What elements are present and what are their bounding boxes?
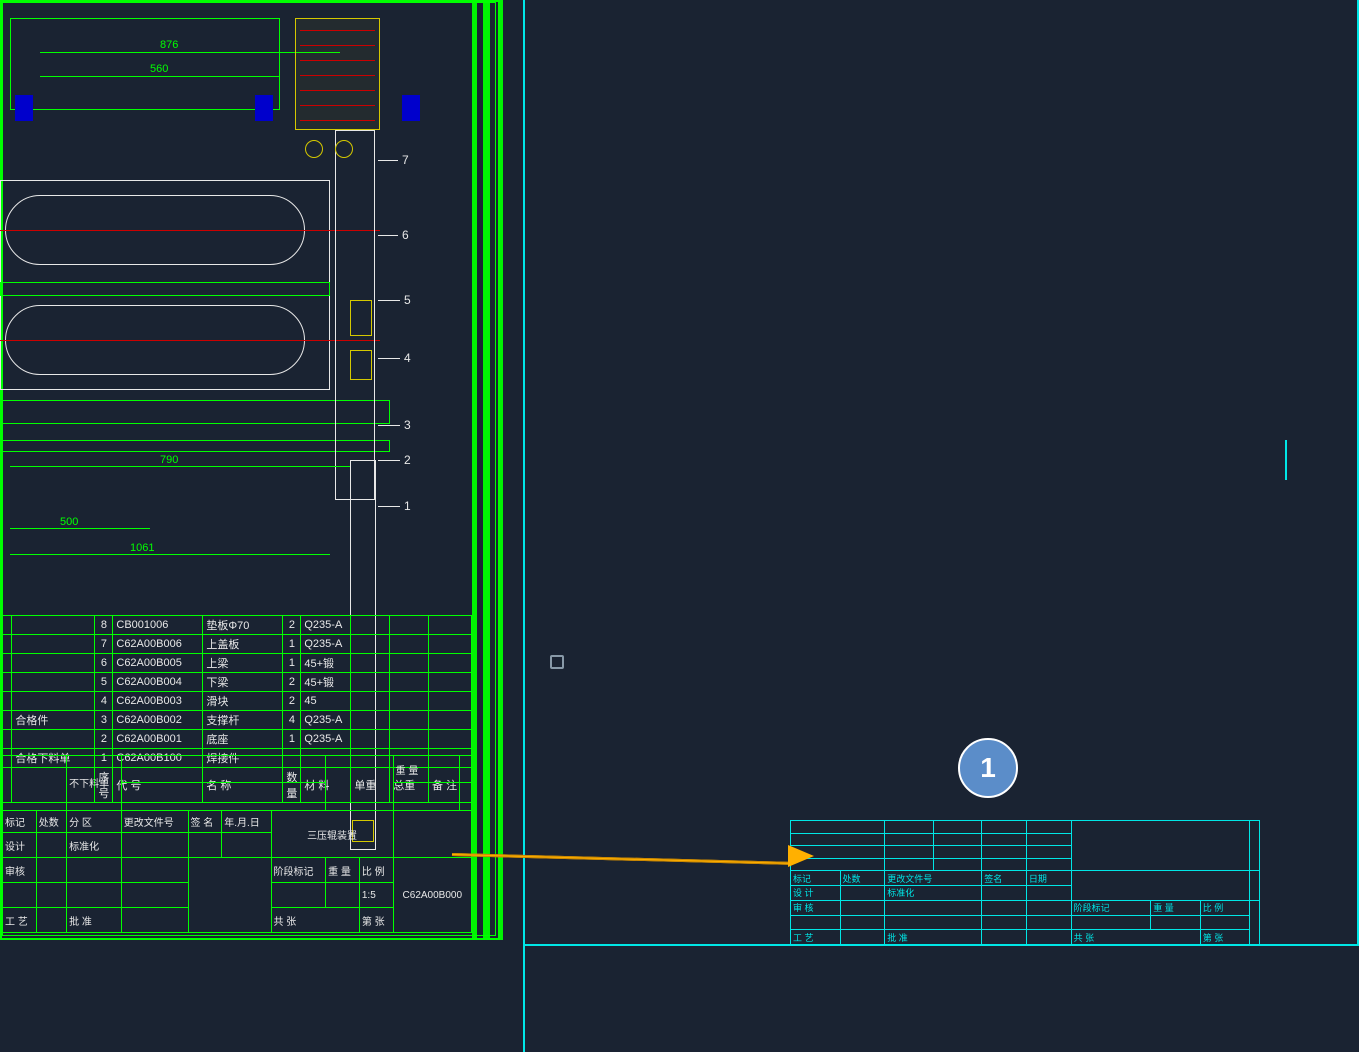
annotation-arrow-head (788, 845, 814, 867)
drawing-number: C62A00B000 (393, 858, 471, 933)
hatch-block (300, 30, 375, 120)
dim-790: 790 (160, 454, 178, 466)
callout-5: 5 (404, 293, 411, 307)
bom-row: 6C62A00B005上梁145+锻 (3, 654, 472, 673)
base-bar (0, 400, 390, 424)
mid-plate (0, 282, 330, 296)
support-foot (255, 95, 273, 121)
leader-line (378, 506, 400, 507)
selection-marker-icon (550, 655, 564, 669)
dim-line (10, 528, 150, 529)
drawing-title: 三压辊装置 (271, 810, 393, 857)
right-sheet-bottom-edge (523, 944, 1359, 946)
bom-row: 5C62A00B004下梁245+锻 (3, 673, 472, 692)
dim-line (10, 466, 350, 467)
leader-line (378, 425, 400, 426)
bearing-block (350, 350, 372, 380)
bearing-block (350, 300, 372, 336)
callout-4: 4 (404, 351, 411, 365)
bom-row: 2C62A00B001底座1Q235-A (3, 730, 472, 749)
leader-line (378, 358, 400, 359)
centerline (0, 230, 380, 231)
top-view-frame (10, 18, 280, 110)
callout-6: 6 (402, 228, 409, 242)
right-sheet-left-edge (523, 0, 525, 1052)
leader-line (378, 235, 398, 236)
support-foot (15, 95, 33, 121)
dim-1061: 1061 (130, 542, 154, 554)
bom-row: 合格件3C62A00B002支撑杆4Q235-A (3, 711, 472, 730)
callout-7: 7 (402, 153, 409, 167)
callout-3: 3 (404, 418, 411, 432)
sheet-edge-stripe (472, 0, 477, 940)
base-bar-2 (0, 440, 390, 452)
bom-row: 8CB001006垫板Φ702Q235-A (3, 616, 472, 635)
support-foot (402, 95, 420, 121)
dim-line (10, 554, 330, 555)
bom-row: 4C62A00B003滑块245 (3, 692, 472, 711)
dim-500: 500 (60, 516, 78, 528)
annotation-badge-1: 1 (958, 738, 1018, 798)
callout-2: 2 (404, 453, 411, 467)
right-sheet-tick (1285, 440, 1287, 480)
callout-1: 1 (404, 499, 411, 513)
sheet-edge-stripe (483, 0, 490, 940)
sheet-edge-stripe (500, 0, 503, 940)
leader-line (378, 300, 400, 301)
title-block: 不下料单 重 量 标记 处数 分 区 更改文件号 签 名 年.月.日 三压辊装置… (2, 755, 472, 933)
leader-line (378, 460, 400, 461)
new-title-block[interactable]: 标记 处数 更改文件号 签名 日期 设 计 标准化 审 核 阶段标记重 量比 例… (790, 820, 1260, 945)
centerline (0, 340, 380, 341)
bom-row: 7C62A00B006上盖板1Q235-A (3, 635, 472, 654)
annotation-badge-label: 1 (980, 752, 996, 784)
hole-icon (305, 140, 323, 158)
leader-line (378, 160, 398, 161)
hole-icon (335, 140, 353, 158)
